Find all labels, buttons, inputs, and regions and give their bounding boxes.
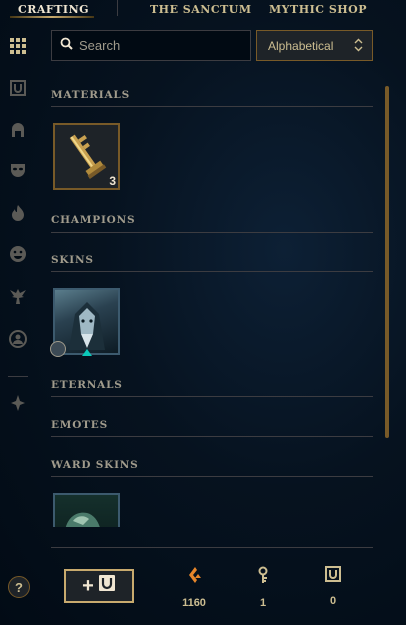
orange-essence-icon bbox=[185, 567, 203, 588]
all-items-icon[interactable] bbox=[8, 36, 28, 56]
smiley-icon[interactable] bbox=[8, 244, 28, 264]
plus-icon: + bbox=[82, 574, 94, 597]
sort-selected-value: Alphabetical bbox=[268, 38, 334, 53]
keys-value: 1 bbox=[259, 597, 267, 609]
tab-mythic-shop[interactable]: MYTHIC SHOP bbox=[269, 3, 367, 16]
ward-skin-icon bbox=[65, 512, 100, 527]
add-chest-button[interactable]: + bbox=[64, 569, 134, 603]
section-title-eternals: ETERNALS bbox=[51, 379, 123, 391]
chests-value: 0 bbox=[329, 595, 337, 607]
section-divider bbox=[51, 232, 373, 233]
currency-keys: 1 bbox=[238, 566, 288, 609]
footer-divider bbox=[51, 547, 373, 548]
orange-essence-value: 1160 bbox=[182, 597, 206, 609]
nav-divider bbox=[117, 0, 118, 16]
section-title-ward-skins: WARD SKINS bbox=[51, 459, 139, 471]
item-count: 3 bbox=[109, 174, 116, 188]
eternals-icon[interactable] bbox=[8, 393, 28, 413]
section-divider bbox=[51, 106, 373, 107]
chest-icon bbox=[325, 566, 341, 586]
help-button[interactable]: ? bbox=[8, 576, 30, 598]
rail-divider bbox=[8, 376, 28, 377]
helmet-icon[interactable] bbox=[8, 120, 28, 140]
search-box bbox=[51, 30, 251, 61]
active-tab-underline bbox=[10, 16, 94, 18]
section-title-materials: MATERIALS bbox=[51, 89, 130, 101]
section-divider bbox=[51, 436, 373, 437]
section-title-skins: SKINS bbox=[51, 254, 94, 266]
currency-chests: 0 bbox=[308, 566, 358, 607]
section-divider bbox=[51, 476, 373, 477]
mask-icon[interactable] bbox=[8, 160, 28, 180]
skin-rarity-icon bbox=[82, 349, 92, 356]
currency-orange-essence: 1160 bbox=[169, 566, 219, 609]
key-icon bbox=[255, 566, 271, 588]
skin-tier-icon bbox=[50, 341, 66, 357]
section-divider bbox=[51, 396, 373, 397]
ward-skin-item[interactable] bbox=[53, 493, 120, 527]
skin-item[interactable] bbox=[50, 288, 120, 357]
profile-icon[interactable] bbox=[8, 329, 28, 349]
tab-crafting[interactable]: CRAFTING bbox=[18, 3, 89, 16]
scrollbar[interactable] bbox=[385, 86, 389, 438]
chevron-up-down-icon bbox=[354, 38, 363, 55]
key-fragment-icon bbox=[69, 134, 107, 179]
ward-icon[interactable] bbox=[8, 286, 28, 306]
chest-icon[interactable] bbox=[8, 78, 28, 98]
section-title-champions: CHAMPIONS bbox=[51, 214, 136, 226]
skin-shard-icon bbox=[69, 302, 105, 350]
sort-dropdown[interactable]: Alphabetical bbox=[256, 30, 373, 61]
section-divider bbox=[51, 271, 373, 272]
material-item-key-fragment[interactable]: 3 bbox=[53, 123, 120, 190]
tab-the-sanctum[interactable]: THE SANCTUM bbox=[150, 3, 252, 16]
chest-icon bbox=[98, 574, 116, 598]
flame-icon[interactable] bbox=[8, 203, 28, 223]
search-icon bbox=[60, 37, 73, 55]
section-title-emotes: EMOTES bbox=[51, 419, 108, 431]
search-input[interactable] bbox=[79, 38, 239, 53]
